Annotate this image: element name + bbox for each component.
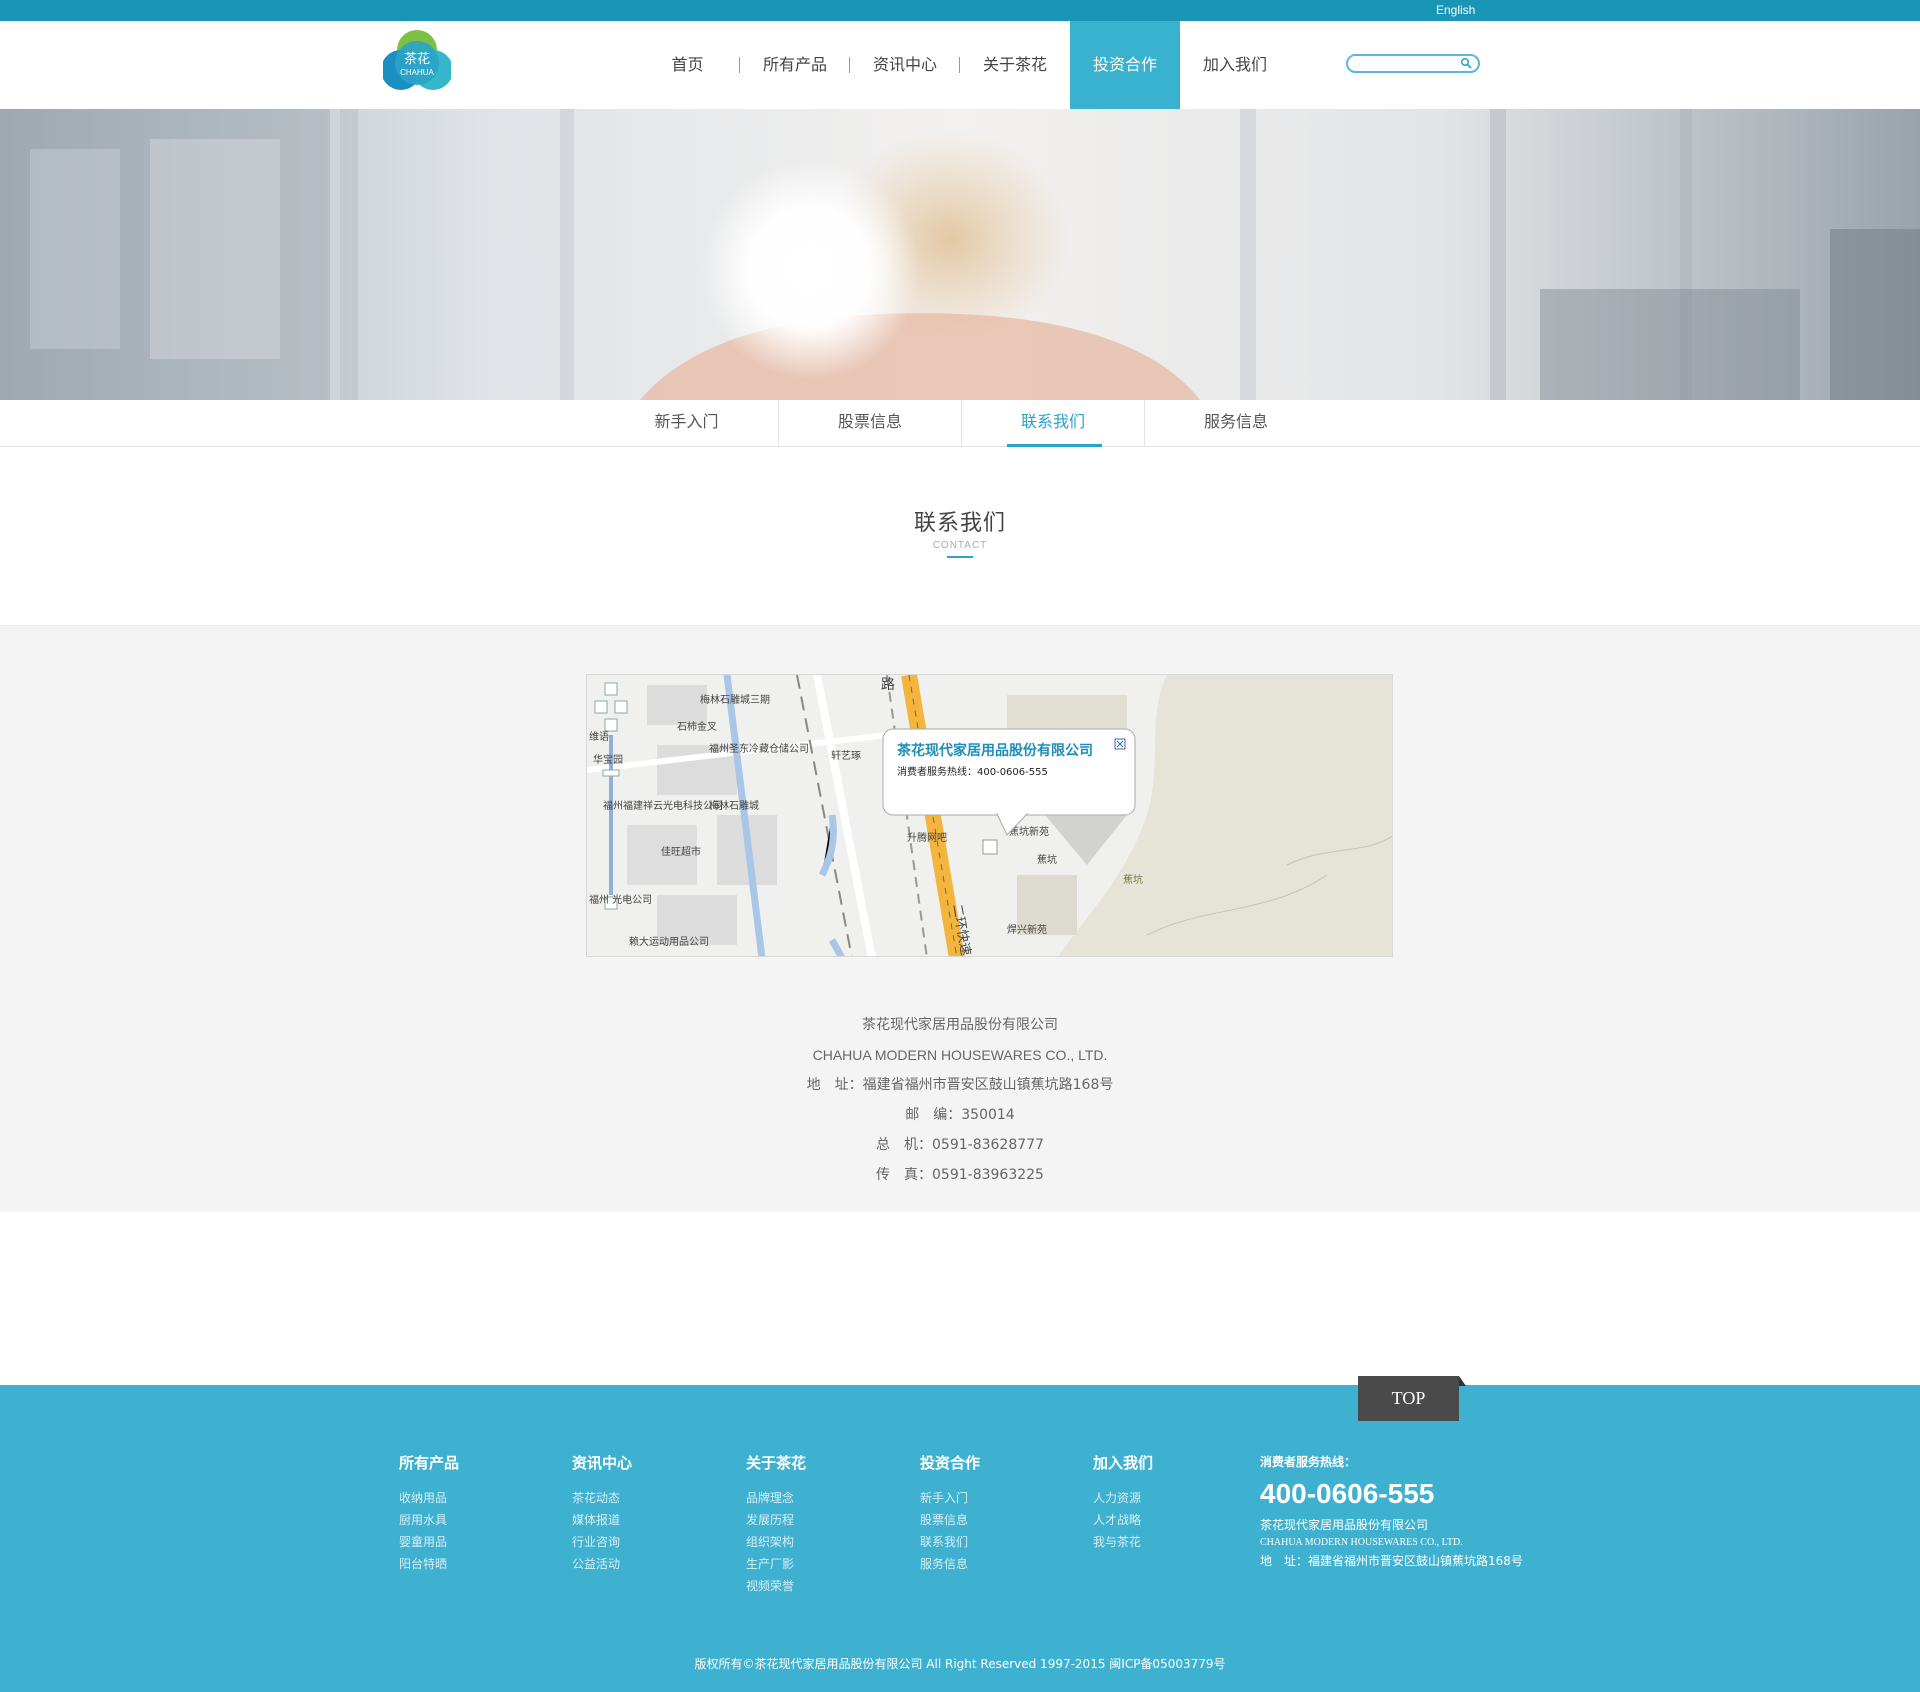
footer-col-title[interactable]: 投资合作: [920, 1452, 980, 1473]
page-title: 联系我们: [913, 511, 1006, 536]
logo-icon: 茶花 CHAHUA: [381, 30, 453, 90]
footer-link[interactable]: 人才战略: [1093, 1509, 1153, 1531]
subnav-beginner[interactable]: 新手入门: [595, 400, 778, 446]
svg-text:梅林石雕城三期: 梅林石雕城三期: [700, 693, 770, 706]
footer-link[interactable]: 公益活动: [572, 1553, 632, 1575]
footer-col-news: 资讯中心 茶花动态 媒体报道 行业咨询 公益活动: [572, 1452, 632, 1575]
copyright: 版权所有©茶花现代家居用品股份有限公司 All Right Reserved 1…: [694, 1657, 1226, 1671]
svg-text:蕉坑: 蕉坑: [1037, 853, 1057, 866]
footer-col-title[interactable]: 所有产品: [399, 1452, 459, 1473]
sub-nav: 新手入门 股票信息 联系我们 服务信息: [0, 400, 1920, 447]
footer-col-title[interactable]: 关于茶花: [746, 1452, 806, 1473]
svg-text:福州圣东冷藏仓储公司: 福州圣东冷藏仓储公司: [709, 742, 809, 755]
company-fax: 传 真：0591-83963225: [876, 1167, 1044, 1183]
footer-address: 地 址：福建省福州市晋安区鼓山镇蕉坑路168号: [1260, 1554, 1523, 1568]
main-nav: 首页 所有产品 资讯中心 关于茶花 投资合作 加入我们: [635, 21, 1290, 109]
footer-col-products: 所有产品 收纳用品 厨用水具 婴童用品 阳台特晒: [399, 1452, 459, 1575]
back-to-top-button[interactable]: TOP: [1358, 1376, 1466, 1421]
subnav-contact[interactable]: 联系我们: [961, 400, 1144, 447]
company-phone: 总 机：0591-83628777: [876, 1137, 1044, 1153]
footer-link[interactable]: 组织架构: [746, 1531, 806, 1553]
footer-link[interactable]: 婴童用品: [399, 1531, 459, 1553]
footer-link[interactable]: 媒体报道: [572, 1509, 632, 1531]
footer-link[interactable]: 发展历程: [746, 1509, 806, 1531]
footer-company-en: CHAHUA MODERN HOUSEWARES CO., LTD.: [1260, 1537, 1463, 1548]
svg-text:梅林石雕城: 梅林石雕城: [709, 799, 759, 812]
footer-hotline: 消费者服务热线： 400-0606-555 茶花现代家居用品股份有限公司 CHA…: [1260, 1453, 1523, 1569]
nav-home[interactable]: 首页: [635, 21, 740, 109]
footer: 所有产品 收纳用品 厨用水具 婴童用品 阳台特晒 资讯中心 茶花动态 媒体报道 …: [0, 1385, 1920, 1692]
footer-col-investment: 投资合作 新手入门 股票信息 联系我们 服务信息: [920, 1452, 980, 1575]
nav-news[interactable]: 资讯中心: [850, 21, 960, 109]
title-underline: [947, 556, 973, 558]
footer-link[interactable]: 我与茶花: [1093, 1531, 1153, 1553]
map-popup-text: 消费者服务热线：400-0606-555: [897, 765, 1048, 778]
footer-link[interactable]: 品牌理念: [746, 1487, 806, 1509]
footer-link[interactable]: 联系我们: [920, 1531, 980, 1553]
svg-text:蕉坑: 蕉坑: [1123, 873, 1143, 886]
map-marker-icon[interactable]: [982, 839, 998, 855]
search-input[interactable]: [1356, 60, 1460, 75]
footer-link[interactable]: 服务信息: [920, 1553, 980, 1575]
nav-investment[interactable]: 投资合作: [1070, 21, 1180, 109]
footer-col-title[interactable]: 加入我们: [1093, 1452, 1153, 1473]
svg-text:石柿金叉: 石柿金叉: [677, 720, 717, 733]
footer-company-zh: 茶花现代家居用品股份有限公司: [1260, 1518, 1429, 1532]
search-box: [1346, 54, 1480, 75]
company-name-zh: 茶花现代家居用品股份有限公司: [862, 1017, 1058, 1033]
svg-text:赖大运动用品公司: 赖大运动用品公司: [629, 935, 709, 948]
subnav-service-info[interactable]: 服务信息: [1144, 400, 1327, 446]
company-name-en: CHAHUA MODERN HOUSEWARES CO., LTD.: [812, 1047, 1108, 1063]
footer-link[interactable]: 收纳用品: [399, 1487, 459, 1509]
svg-text:轩艺琢: 轩艺琢: [831, 749, 861, 762]
section-title: 联系我们 CONTACT: [0, 505, 1920, 558]
svg-text:福州福建祥云光电科技公司: 福州福建祥云光电科技公司: [603, 799, 723, 812]
hero-photo: [0, 109, 1920, 400]
map-popup-title: 茶花现代家居用品股份有限公司: [896, 742, 1093, 759]
logo[interactable]: 茶花 CHAHUA: [381, 28, 453, 94]
footer-col-title[interactable]: 资讯中心: [572, 1452, 632, 1473]
nav-products[interactable]: 所有产品: [740, 21, 850, 109]
footer-link[interactable]: 新手入门: [920, 1487, 980, 1509]
footer-link[interactable]: 厨用水具: [399, 1509, 459, 1531]
footer-link[interactable]: 行业咨询: [572, 1531, 632, 1553]
footer-col-about: 关于茶花 品牌理念 发展历程 组织架构 生产厂影 视频荣誉: [746, 1452, 806, 1597]
footer-link[interactable]: 人力资源: [1093, 1487, 1153, 1509]
footer-link[interactable]: 茶花动态: [572, 1487, 632, 1509]
company-postcode: 邮 编：350014: [905, 1107, 1015, 1123]
footer-link[interactable]: 生产厂影: [746, 1553, 806, 1575]
hero-banner: [0, 109, 1920, 400]
top-bar: English: [0, 0, 1920, 21]
close-icon[interactable]: [1114, 738, 1126, 750]
footer-link[interactable]: 股票信息: [920, 1509, 980, 1531]
subnav-stock-info[interactable]: 股票信息: [778, 400, 961, 446]
svg-text:维语: 维语: [589, 730, 609, 743]
svg-text:升腾网吧: 升腾网吧: [907, 831, 947, 844]
contact-info: 茶花现代家居用品股份有限公司 CHAHUA MODERN HOUSEWARES …: [0, 1010, 1920, 1190]
svg-text:路: 路: [881, 677, 895, 693]
footer-link[interactable]: 阳台特晒: [399, 1553, 459, 1575]
nav-join[interactable]: 加入我们: [1180, 21, 1290, 109]
svg-text:佳旺超市: 佳旺超市: [661, 845, 701, 858]
search-icon[interactable]: [1460, 57, 1472, 69]
svg-text:焊兴新苑: 焊兴新苑: [1007, 923, 1047, 936]
nav-about[interactable]: 关于茶花: [960, 21, 1070, 109]
logo-zh: 茶花: [404, 51, 430, 67]
svg-text:华宝园: 华宝园: [593, 753, 623, 766]
company-address: 地 址：福建省福州市晋安区鼓山镇蕉坑路168号: [806, 1077, 1114, 1093]
hotline-label: 消费者服务热线：: [1260, 1455, 1357, 1469]
hotline-number: 400-0606-555: [1260, 1478, 1435, 1509]
footer-col-join: 加入我们 人力资源 人才战略 我与茶花: [1093, 1452, 1153, 1553]
logo-en: CHAHUA: [400, 68, 434, 77]
header: 茶花 CHAHUA 首页 所有产品 资讯中心 关于茶花 投资合作 加入我们: [0, 21, 1920, 109]
svg-text:福州 光电公司: 福州 光电公司: [589, 893, 652, 906]
map-canvas: 路 梅林石雕城三期 石柿金叉 福州圣东冷藏仓储公司 轩艺琢 维语 华宝园 福州福…: [587, 675, 1392, 956]
language-switch-link[interactable]: English: [1436, 3, 1475, 17]
footer-link[interactable]: 视频荣誉: [746, 1575, 806, 1597]
page-subtitle: CONTACT: [932, 540, 988, 551]
location-map[interactable]: 路 梅林石雕城三期 石柿金叉 福州圣东冷藏仓储公司 轩艺琢 维语 华宝园 福州福…: [586, 674, 1393, 957]
